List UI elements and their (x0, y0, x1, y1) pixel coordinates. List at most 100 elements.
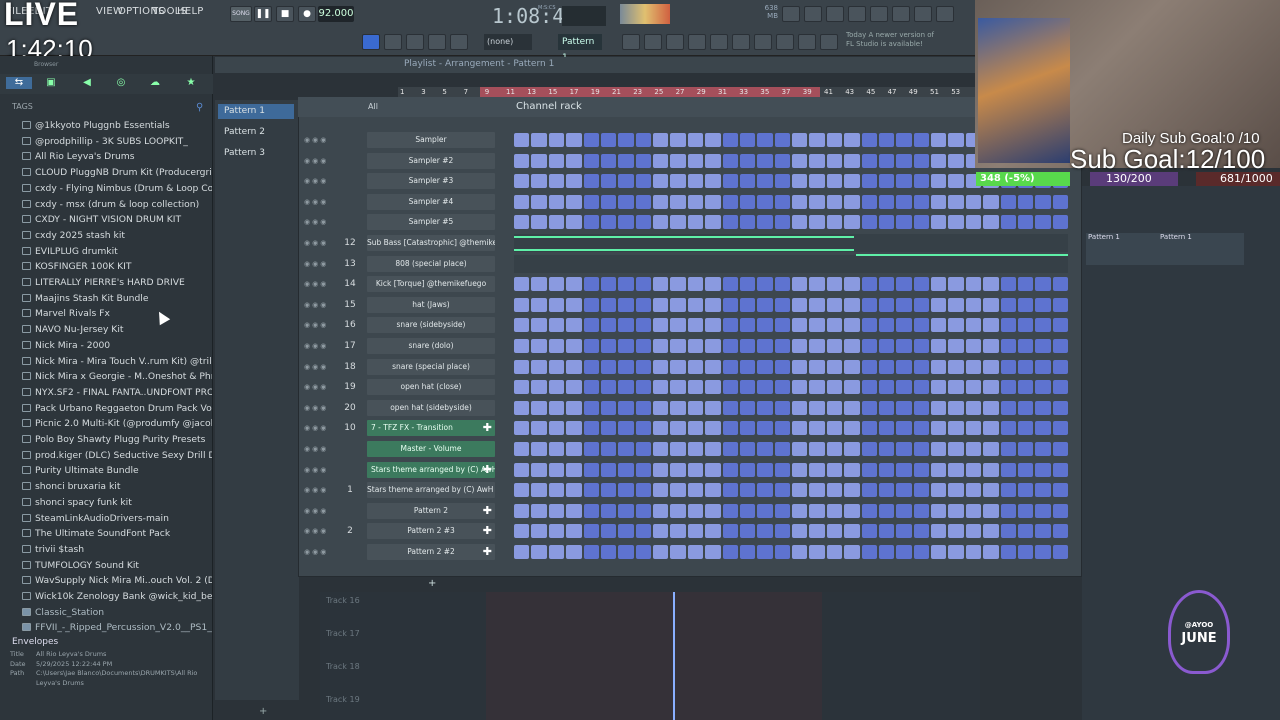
step-button[interactable] (670, 400, 686, 415)
step-button[interactable] (861, 277, 877, 292)
step-button[interactable] (722, 442, 738, 456)
channel-rack-icon[interactable] (688, 34, 706, 50)
step-button[interactable] (965, 483, 982, 498)
step-button[interactable] (896, 215, 912, 230)
step-button[interactable] (705, 483, 721, 498)
step-button[interactable] (618, 359, 634, 374)
step-button[interactable] (809, 318, 825, 333)
step-sequencer-row[interactable] (514, 545, 1068, 559)
step-button[interactable] (826, 215, 843, 230)
channel-name-button[interactable]: Pattern 2 #2 ✚ (367, 544, 495, 560)
step-button[interactable] (722, 524, 738, 539)
step-button[interactable] (583, 400, 599, 415)
step-button[interactable] (670, 545, 686, 559)
step-button[interactable] (878, 483, 895, 498)
snap-icon[interactable] (406, 34, 424, 50)
step-button[interactable] (878, 174, 895, 189)
step-button[interactable] (948, 359, 964, 374)
step-button[interactable] (792, 277, 808, 292)
step-button[interactable] (514, 318, 530, 333)
step-button[interactable] (1035, 297, 1051, 312)
step-button[interactable] (948, 297, 964, 312)
step-button[interactable] (757, 359, 773, 374)
step-button[interactable] (948, 318, 964, 333)
channel-mute-pan-controls[interactable]: ◉◉◉ (304, 338, 334, 354)
step-button[interactable] (896, 380, 912, 395)
step-button[interactable] (983, 359, 999, 374)
channel-name-button[interactable]: Sampler #5 (367, 214, 495, 231)
browser-folder[interactable]: prod.kiger (DLC) Seductive Sexy Drill Dr… (22, 448, 212, 464)
step-button[interactable] (792, 174, 808, 189)
step-button[interactable] (722, 421, 738, 436)
step-button[interactable] (878, 524, 895, 539)
channel-name-button[interactable]: Sampler (367, 132, 495, 148)
channel-name-button[interactable]: Kick [Torque] @themikefuego (367, 276, 495, 293)
step-button[interactable] (705, 545, 721, 559)
step-button[interactable] (774, 297, 790, 312)
step-button[interactable] (618, 277, 634, 292)
step-button[interactable] (792, 503, 808, 518)
step-button[interactable] (1035, 421, 1051, 436)
none-selector[interactable]: (none) (484, 34, 532, 50)
step-button[interactable] (774, 503, 790, 518)
add-icon[interactable]: ✚ (483, 462, 492, 478)
step-button[interactable] (670, 318, 686, 333)
step-button[interactable] (844, 133, 860, 147)
channel-mixer-track[interactable] (340, 441, 360, 457)
step-button[interactable] (878, 380, 895, 395)
step-button[interactable] (896, 297, 912, 312)
step-button[interactable] (948, 133, 964, 147)
step-button[interactable] (878, 442, 895, 456)
step-button[interactable] (1017, 380, 1034, 395)
step-button[interactable] (774, 339, 790, 353)
step-button[interactable] (896, 133, 912, 147)
step-button[interactable] (861, 380, 877, 395)
step-button[interactable] (809, 524, 825, 539)
step-button[interactable] (687, 524, 704, 539)
step-button[interactable] (792, 215, 808, 230)
step-button[interactable] (774, 380, 790, 395)
step-button[interactable] (722, 359, 738, 374)
browser-folder[interactable]: Nick Mira - Mira Touch V..rum Kit) @tril… (22, 354, 212, 370)
step-button[interactable] (548, 215, 565, 230)
step-button[interactable] (965, 318, 982, 333)
step-button[interactable] (687, 153, 704, 168)
step-button[interactable] (722, 483, 738, 498)
step-button[interactable] (878, 297, 895, 312)
stamp-icon[interactable] (450, 34, 468, 50)
step-button[interactable] (514, 462, 530, 477)
channel-name-button[interactable]: Pattern 2 ✚ (367, 502, 495, 519)
step-button[interactable] (774, 442, 790, 456)
step-button[interactable] (635, 133, 651, 147)
step-button[interactable] (844, 524, 860, 539)
step-button[interactable] (1035, 318, 1051, 333)
step-button[interactable] (670, 277, 686, 292)
step-button[interactable] (896, 524, 912, 539)
add-icon[interactable]: ✚ (483, 523, 492, 539)
step-button[interactable] (514, 400, 530, 415)
step-button[interactable] (774, 318, 790, 333)
step-button[interactable] (774, 462, 790, 477)
add-icon[interactable]: ✚ (483, 544, 492, 560)
mixer-icon[interactable] (644, 34, 662, 50)
step-button[interactable] (705, 277, 721, 292)
step-button[interactable] (600, 215, 617, 230)
channel-mute-pan-controls[interactable]: ◉◉◉ (304, 256, 334, 272)
step-button[interactable] (670, 133, 686, 147)
step-button[interactable] (722, 133, 738, 147)
step-button[interactable] (531, 133, 547, 147)
pattern-selector[interactable]: Pattern 1 (558, 34, 602, 63)
step-button[interactable] (705, 359, 721, 374)
browser-folder[interactable]: Nick Mira x Georgie - M..Oneshot & Phras… (22, 369, 212, 385)
step-button[interactable] (618, 194, 634, 209)
channel-mute-pan-controls[interactable]: ◉◉◉ (304, 194, 334, 210)
step-button[interactable] (861, 462, 877, 477)
step-button[interactable] (583, 462, 599, 477)
step-button[interactable] (670, 297, 686, 312)
step-button[interactable] (653, 297, 669, 312)
step-sequencer-row[interactable] (514, 524, 1068, 539)
step-button[interactable] (896, 421, 912, 436)
project-icon[interactable] (776, 34, 794, 50)
step-button[interactable] (653, 503, 669, 518)
step-button[interactable] (809, 400, 825, 415)
